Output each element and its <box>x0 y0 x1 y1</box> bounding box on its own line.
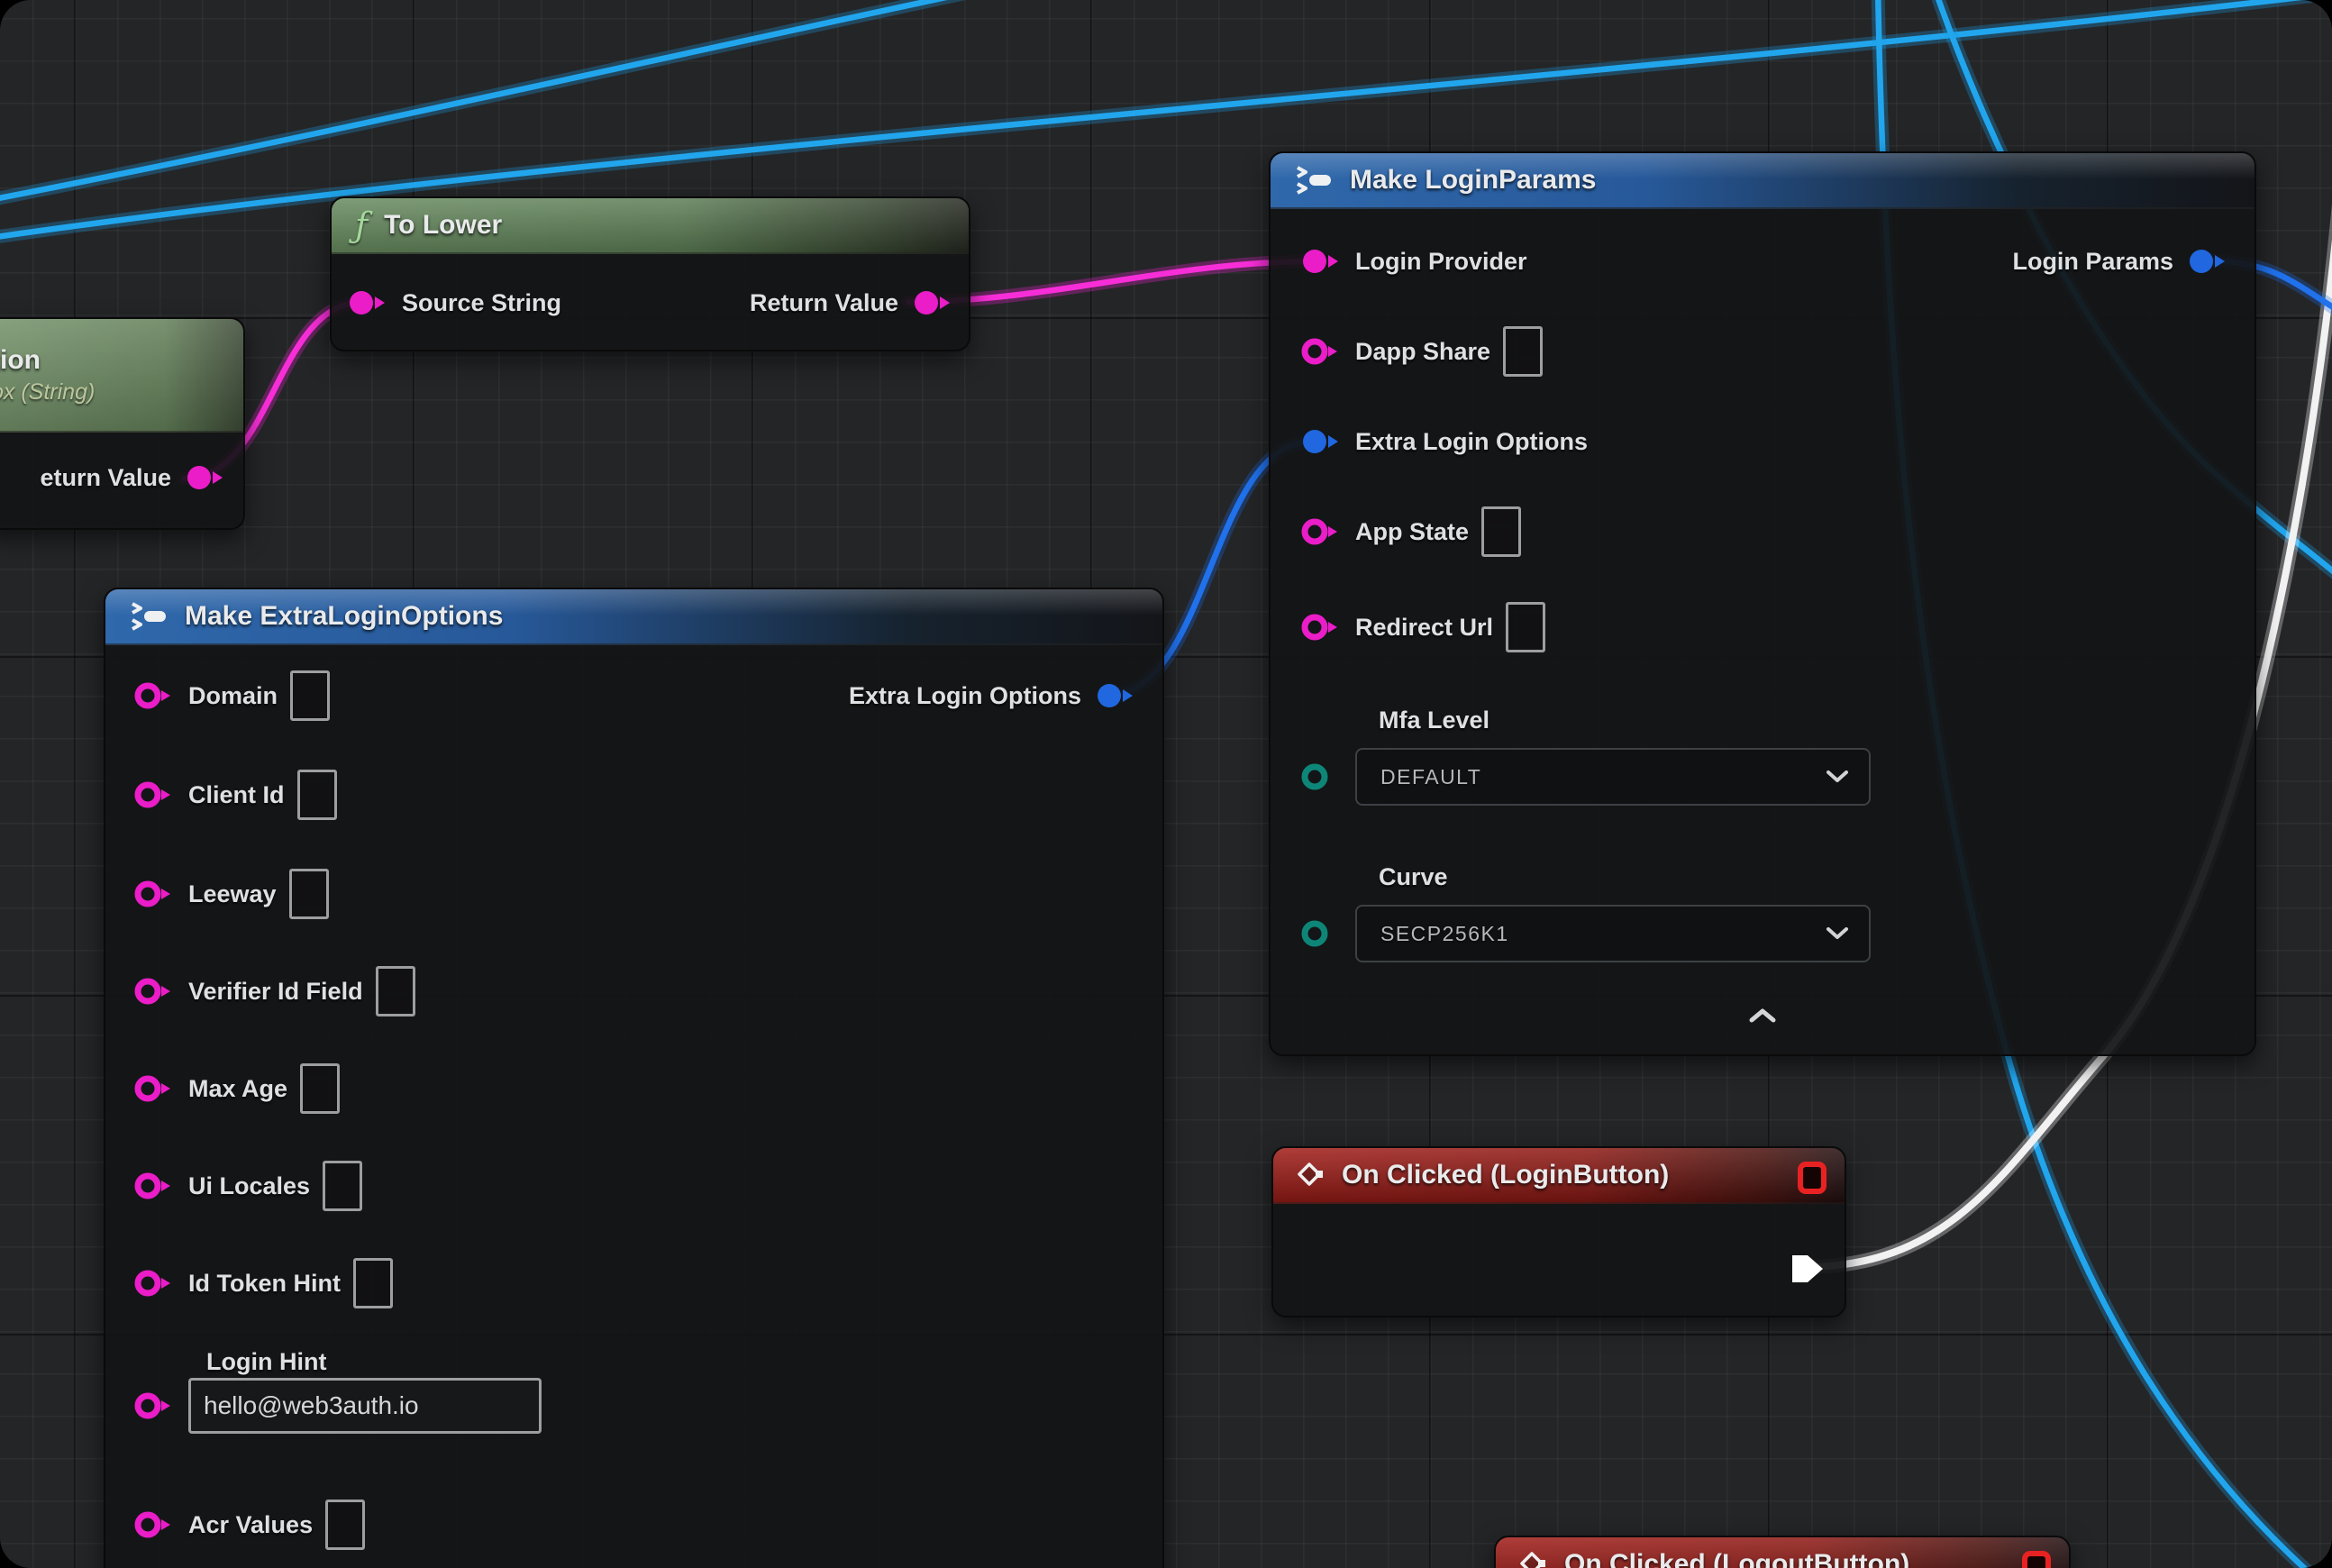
id-token-hint-input-pin[interactable] <box>132 1267 176 1299</box>
mfa-level-label: Mfa Level <box>1379 707 1489 734</box>
event-bind-indicator <box>1798 1162 1826 1194</box>
return-value-output-pin[interactable] <box>911 287 954 319</box>
leeway-value-box[interactable] <box>289 869 329 919</box>
node-on-clicked-logout-button[interactable]: On Clicked (LogoutButton) <box>1494 1536 2071 1568</box>
dapp-share-value-box[interactable] <box>1503 326 1543 377</box>
mfa-level-value: DEFAULT <box>1380 765 1481 789</box>
verifier-id-field-value-box[interactable] <box>376 966 415 1016</box>
node-subtitle-fragment: ox (String) <box>0 379 95 406</box>
curve-input-pin[interactable] <box>1299 917 1343 950</box>
acr-values-input-pin[interactable] <box>132 1509 176 1541</box>
acr-values-value-box[interactable] <box>325 1500 365 1550</box>
login-params-output-pin[interactable] <box>2186 245 2229 278</box>
domain-label: Domain <box>188 682 278 710</box>
node-title: Make LoginParams <box>1350 165 1596 196</box>
node-make-login-params[interactable]: Make LoginParams Login Provider Login Pa… <box>1269 151 2256 1056</box>
mfa-level-dropdown[interactable]: DEFAULT <box>1355 748 1871 806</box>
redirect-url-value-box[interactable] <box>1506 602 1545 652</box>
login-hint-text-input[interactable] <box>188 1378 542 1434</box>
node-title: On Clicked (LogoutButton) <box>1564 1549 1909 1568</box>
ui-locales-label: Ui Locales <box>188 1172 310 1200</box>
node-partial-string-function[interactable]: tion ox (String) eturn Value <box>0 317 245 530</box>
event-bind-indicator <box>2022 1551 2051 1568</box>
collapse-node-chevron-icon[interactable] <box>1749 1007 1776 1024</box>
leeway-label: Leeway <box>188 880 277 908</box>
source-string-label: Source String <box>402 289 561 317</box>
make-struct-icon <box>1294 164 1334 196</box>
node-title: Make ExtraLoginOptions <box>185 601 503 632</box>
client-id-label: Client Id <box>188 781 285 809</box>
node-title: On Clicked (LoginButton) <box>1342 1160 1669 1190</box>
app-state-label: App State <box>1355 518 1469 546</box>
redirect-url-label: Redirect Url <box>1355 614 1493 642</box>
extra-login-options-output-label: Extra Login Options <box>849 682 1081 710</box>
max-age-value-box[interactable] <box>300 1063 340 1114</box>
app-state-input-pin[interactable] <box>1299 515 1343 548</box>
domain-value-box[interactable] <box>290 670 330 721</box>
return-value-label: Return Value <box>750 289 898 317</box>
login-provider-input-pin[interactable] <box>1299 245 1343 278</box>
app-state-value-box[interactable] <box>1481 506 1521 557</box>
max-age-label: Max Age <box>188 1075 287 1103</box>
login-params-output-label: Login Params <box>2012 248 2173 276</box>
login-hint-input-pin[interactable] <box>132 1390 176 1422</box>
client-id-value-box[interactable] <box>297 770 337 820</box>
string-output-pin[interactable] <box>184 461 227 494</box>
id-token-hint-value-box[interactable] <box>353 1258 393 1308</box>
verifier-id-field-label: Verifier Id Field <box>188 978 363 1006</box>
domain-input-pin[interactable] <box>132 679 176 712</box>
node-title-fragment: tion <box>0 345 41 376</box>
node-on-clicked-login-button[interactable]: On Clicked (LoginButton) <box>1271 1146 1846 1317</box>
curve-value: SECP256K1 <box>1380 922 1509 946</box>
exec-output-pin[interactable] <box>1792 1253 1825 1285</box>
node-make-extra-login-options[interactable]: Make ExtraLoginOptions Extra Login Optio… <box>104 588 1164 1568</box>
extra-login-options-output-pin[interactable] <box>1094 679 1137 712</box>
client-id-input-pin[interactable] <box>132 779 176 811</box>
acr-values-label: Acr Values <box>188 1511 313 1539</box>
make-struct-icon <box>129 600 169 633</box>
blueprint-graph-canvas[interactable]: tion ox (String) eturn Value ƒ To Lower … <box>0 0 2332 1568</box>
ui-locales-input-pin[interactable] <box>132 1170 176 1202</box>
login-hint-label: Login Hint <box>206 1348 326 1376</box>
id-token-hint-label: Id Token Hint <box>188 1270 341 1298</box>
chevron-down-icon <box>1826 926 1849 941</box>
node-title: To Lower <box>384 210 502 241</box>
pure-function-icon: ƒ <box>355 208 368 242</box>
extra-login-options-label: Extra Login Options <box>1355 428 1588 456</box>
extra-login-options-input-pin[interactable] <box>1299 425 1343 458</box>
dapp-share-label: Dapp Share <box>1355 338 1490 366</box>
node-to-lower[interactable]: ƒ To Lower Source String Return Value <box>330 196 970 351</box>
verifier-id-field-input-pin[interactable] <box>132 975 176 1007</box>
dapp-share-input-pin[interactable] <box>1299 335 1343 368</box>
ui-locales-value-box[interactable] <box>323 1161 362 1211</box>
login-provider-label: Login Provider <box>1355 248 1527 276</box>
source-string-input-pin[interactable] <box>346 287 389 319</box>
return-value-output-label: eturn Value <box>40 464 171 492</box>
leeway-input-pin[interactable] <box>132 878 176 910</box>
event-icon <box>1297 1162 1325 1189</box>
mfa-level-input-pin[interactable] <box>1299 761 1343 793</box>
event-icon <box>1519 1551 1548 1568</box>
max-age-input-pin[interactable] <box>132 1072 176 1105</box>
curve-label: Curve <box>1379 863 1448 891</box>
chevron-down-icon <box>1826 770 1849 784</box>
curve-dropdown[interactable]: SECP256K1 <box>1355 905 1871 962</box>
redirect-url-input-pin[interactable] <box>1299 611 1343 643</box>
